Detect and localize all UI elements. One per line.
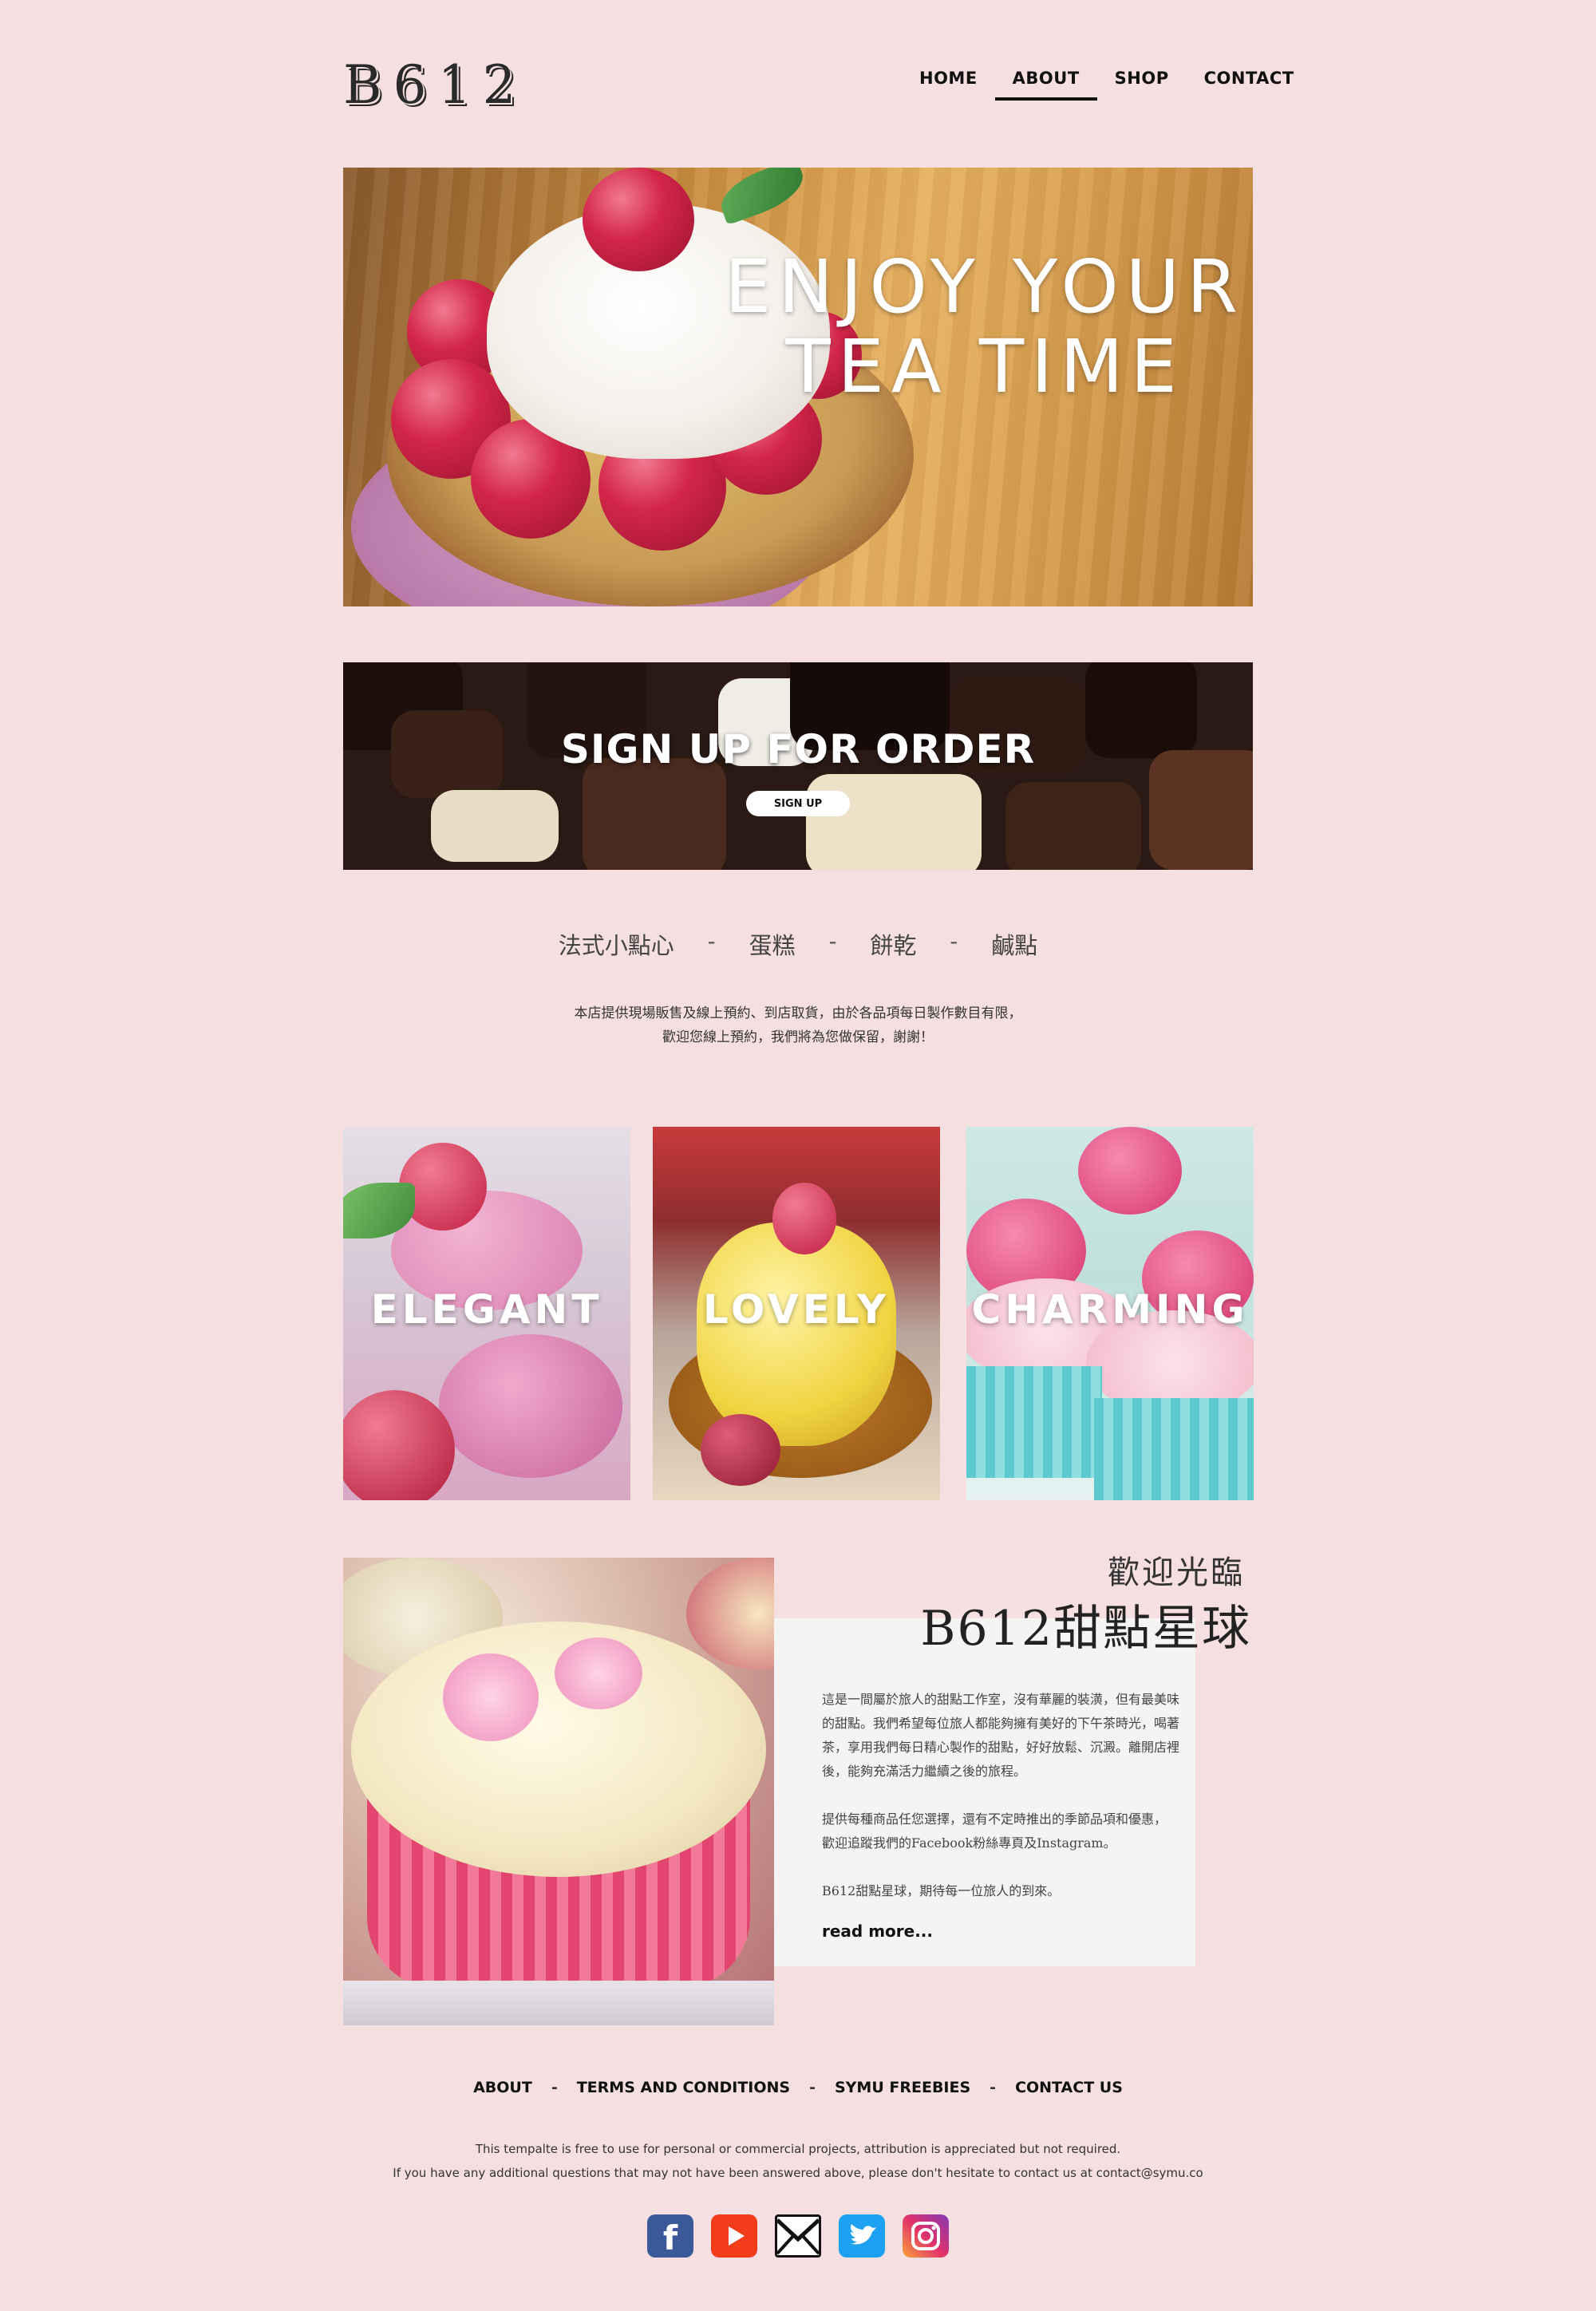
notice-line: 本店提供現場販售及線上預約、到店取貨，由於各品項每日製作數目有限， (574, 1005, 1022, 1021)
glass-plate (343, 1981, 774, 2025)
nav-contact[interactable]: CONTACT (1187, 69, 1312, 101)
paragraph-line: 茶，享用我們每日精心製作的甜點，好好放鬆、沉澱。離開店裡 (822, 1740, 1180, 1755)
category-list: 法式小點心 - 蛋糕 - 餅乾 - 鹹點 (343, 927, 1253, 961)
read-more-link[interactable]: read more... (822, 1922, 933, 1941)
category-separator: - (950, 927, 958, 954)
footer-link-freebies[interactable]: SYMU FREEBIES (816, 2079, 990, 2096)
category-separator: - (828, 927, 837, 954)
raspberry-top (583, 168, 694, 271)
category-item[interactable]: 法式小點心 (541, 927, 692, 961)
signup-title: SIGN UP FOR ORDER (560, 726, 1036, 772)
signup-banner: SIGN UP FOR ORDER SIGN UP (343, 662, 1253, 870)
white-chocolate (431, 790, 559, 862)
footer-separator: - (551, 2079, 558, 2096)
tile-label: LOVELY (702, 1286, 891, 1333)
tile-lovely[interactable]: LOVELY (653, 1127, 940, 1500)
notice-line: 歡迎您線上預約，我們將為您做保留，謝謝！ (662, 1029, 934, 1045)
svg-text:f: f (663, 2218, 678, 2258)
nav-home[interactable]: HOME (902, 69, 995, 101)
cupcake-liner (1094, 1398, 1254, 1500)
welcome-subtitle: 歡迎光臨 (1108, 1554, 1245, 1591)
paragraph-line: 這是一間屬於旅人的甜點工作室，沒有華麗的裝潢，但有最美味 (822, 1692, 1180, 1707)
background-cupcake (686, 1558, 774, 1669)
sugar-flower (443, 1653, 539, 1741)
footer-text: This tempalte is free to use for persona… (0, 2137, 1596, 2185)
category-item[interactable]: 餅乾 (852, 927, 934, 961)
sugar-flower (555, 1637, 642, 1709)
store-notice: 本店提供現場販售及線上預約、到店取貨，由於各品項每日製作數目有限， 歡迎您線上預… (343, 1001, 1253, 1049)
facebook-icon[interactable]: f (647, 2214, 693, 2258)
tile-label: ELEGANT (370, 1286, 603, 1333)
signup-button[interactable]: SIGN UP (746, 791, 850, 816)
white-chocolate (806, 774, 982, 870)
rose (1078, 1127, 1182, 1215)
hero-title-line2: TEA TIME (785, 324, 1184, 409)
tile-label: CHARMING (971, 1286, 1249, 1333)
welcome-title: B612甜點星球 (920, 1601, 1251, 1657)
raspberry (701, 1414, 780, 1486)
hero-banner: ENJOY YOUR TEA TIME (343, 168, 1253, 606)
chocolate (1005, 782, 1141, 870)
hero-title-line1: ENJOY YOUR (725, 244, 1245, 330)
footer-line: If you have any additional questions tha… (393, 2166, 1203, 2180)
nav-shop[interactable]: SHOP (1097, 69, 1187, 101)
category-item[interactable]: 蛋糕 (732, 927, 813, 961)
category-item[interactable]: 鹹點 (974, 927, 1055, 961)
footer-nav: ABOUT - TERMS AND CONDITIONS - SYMU FREE… (343, 2079, 1253, 2096)
paragraph-line: 的甜點。我們希望每位旅人都能夠擁有美好的下午茶時光，喝著 (822, 1716, 1180, 1731)
paragraph-line: 後，能夠充滿活力繼續之後的旅程。 (822, 1764, 1027, 1779)
welcome-paragraph-3: B612甜點星球，期待每一位旅人的到來。 (822, 1883, 1061, 1898)
tile-elegant[interactable]: ELEGANT (343, 1127, 630, 1500)
macaron (439, 1334, 622, 1478)
welcome-panel (774, 1618, 1195, 1966)
site-logo[interactable]: B612 (343, 54, 527, 116)
tile-charming[interactable]: CHARMING (966, 1127, 1254, 1500)
raspberry (343, 1390, 455, 1500)
footer-separator: - (990, 2079, 997, 2096)
hero-title: ENJOY YOUR TEA TIME (725, 247, 1245, 407)
welcome-paragraph-1: 這是一間屬於旅人的甜點工作室，沒有華麗的裝潢，但有最美味 的甜點。我們希望每位旅… (822, 1688, 1229, 1784)
nav-about[interactable]: ABOUT (994, 69, 1097, 101)
twitter-icon[interactable] (839, 2214, 885, 2258)
footer-link-terms[interactable]: TERMS AND CONDITIONS (558, 2079, 809, 2096)
footer-link-about[interactable]: ABOUT (454, 2079, 551, 2096)
social-links: f (0, 2214, 1596, 2258)
mail-icon[interactable] (775, 2214, 821, 2258)
cupcake-liner (966, 1366, 1102, 1478)
footer-separator: - (809, 2079, 816, 2096)
main-nav: HOME ABOUT SHOP CONTACT (902, 69, 1312, 101)
paragraph-line: 歡迎追蹤我們的Facebook粉絲專頁及Instagram。 (822, 1835, 1116, 1851)
paragraph-line: 提供每種商品任您選擇，還有不定時推出的季節品項和優惠， (822, 1811, 1167, 1827)
youtube-icon[interactable] (711, 2214, 757, 2258)
footer-line: This tempalte is free to use for persona… (475, 2142, 1121, 2156)
raspberry (772, 1183, 836, 1254)
cupcake-image (343, 1558, 774, 2025)
pudding (697, 1223, 896, 1446)
footer-link-contact[interactable]: CONTACT US (996, 2079, 1142, 2096)
category-separator: - (707, 927, 716, 954)
welcome-paragraph-2: 提供每種商品任您選擇，還有不定時推出的季節品項和優惠， 歡迎追蹤我們的Faceb… (822, 1807, 1229, 1855)
chocolate (583, 758, 726, 870)
instagram-icon[interactable] (903, 2214, 949, 2258)
